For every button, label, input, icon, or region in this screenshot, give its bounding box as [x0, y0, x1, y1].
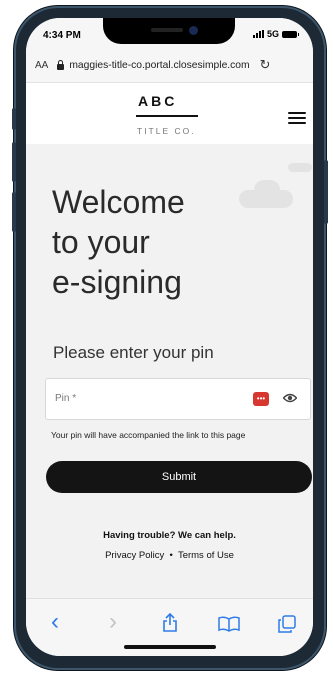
privacy-policy-link[interactable]: Privacy Policy	[105, 550, 164, 561]
bookmarks-icon[interactable]	[218, 616, 240, 632]
share-icon[interactable]	[162, 613, 178, 633]
lock-icon	[57, 60, 65, 70]
notch	[103, 18, 235, 44]
menu-icon[interactable]	[288, 112, 306, 124]
password-manager-icon[interactable]: •••	[253, 392, 269, 406]
submit-button[interactable]: Submit	[46, 461, 312, 493]
address-bar[interactable]: AA maggies-title-co.portal.closesimple.c…	[26, 48, 313, 83]
phone-side-button-silent	[12, 108, 16, 130]
camera	[189, 26, 198, 35]
welcome-line: e-signing	[52, 264, 182, 300]
status-indicators: 5G	[252, 29, 299, 39]
phone-side-button-volume-up	[12, 142, 16, 182]
logo-text: ABC	[138, 93, 178, 109]
phone-side-button-power	[324, 160, 328, 224]
url-text[interactable]: maggies-title-co.portal.closesimple.com	[69, 60, 249, 71]
help-text[interactable]: Having trouble? We can help.	[26, 530, 313, 541]
footer-links: Privacy Policy • Terms of Use	[26, 550, 313, 561]
signal-icon	[252, 30, 264, 38]
forward-icon[interactable]: ›	[109, 608, 117, 636]
eye-icon[interactable]	[283, 393, 297, 403]
pin-placeholder: Pin *	[55, 393, 77, 404]
logo-subtitle: TITLE CO.	[137, 126, 196, 136]
link-separator: •	[169, 550, 173, 561]
status-time: 4:34 PM	[43, 30, 81, 41]
battery-icon	[282, 30, 299, 38]
phone-side-button-volume-down	[12, 192, 16, 232]
welcome-heading: Welcome to your e-signing	[52, 182, 185, 302]
cloud-decoration-small	[288, 163, 312, 172]
reload-icon[interactable]: ↻	[260, 57, 271, 73]
phone-screen: 4:34 PM 5G AA maggies-title-co.portal.cl…	[26, 18, 313, 656]
back-icon[interactable]: ‹	[51, 608, 59, 636]
speaker	[151, 28, 183, 32]
site-header: ABC TITLE CO.	[26, 83, 313, 144]
pin-prompt: Please enter your pin	[53, 343, 214, 362]
welcome-line: Welcome	[52, 184, 185, 220]
reader-settings-button[interactable]: AA	[35, 60, 48, 71]
pin-input[interactable]: Pin * •••	[45, 378, 311, 420]
pin-hint: Your pin will have accompanied the link …	[51, 430, 246, 440]
home-indicator	[124, 645, 216, 649]
welcome-line: to your	[52, 224, 150, 260]
network-label: 5G	[266, 29, 279, 39]
terms-of-use-link[interactable]: Terms of Use	[178, 550, 234, 561]
logo-divider	[136, 115, 198, 117]
tabs-icon[interactable]	[278, 615, 296, 633]
cloud-decoration	[254, 180, 280, 200]
